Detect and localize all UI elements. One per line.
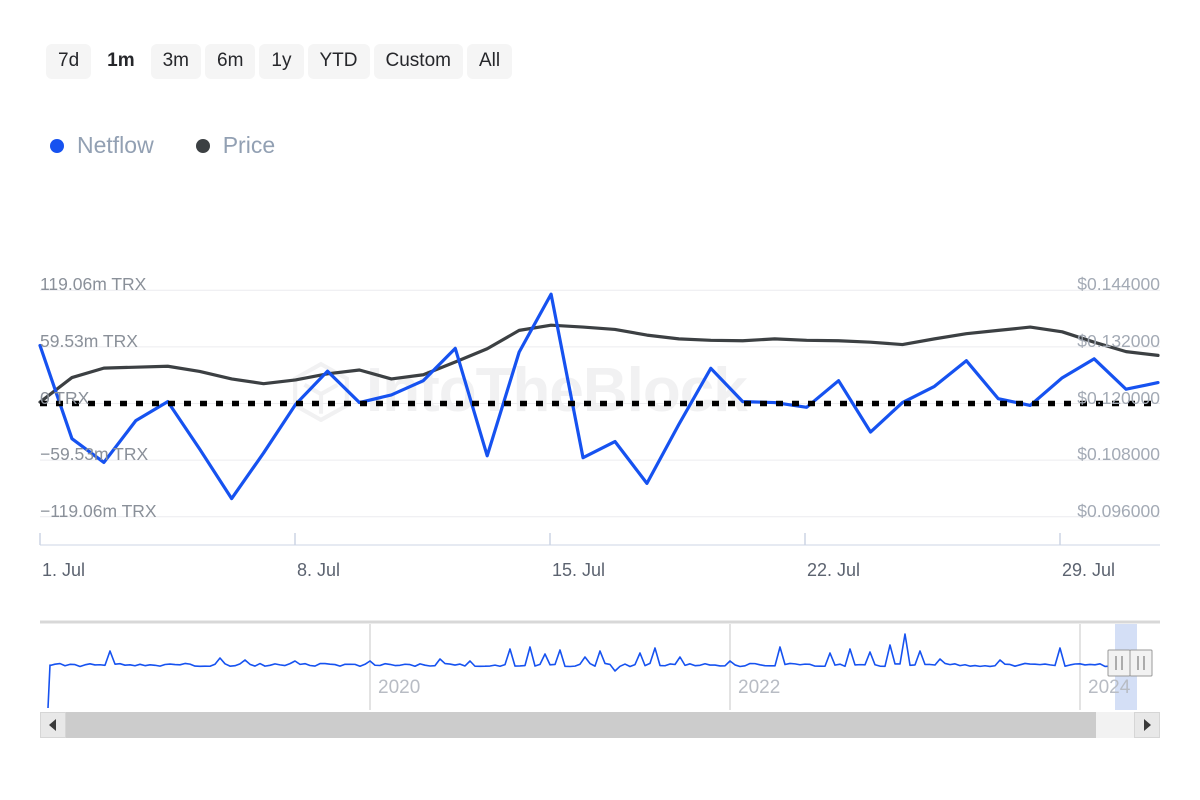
navigator-sparkline[interactable] xyxy=(40,620,1160,710)
x-axis-tick-label-4: 29. Jul xyxy=(1062,561,1115,579)
navigator-handle-body-right[interactable] xyxy=(1130,650,1152,676)
navigator-scrollbar[interactable] xyxy=(40,712,1160,738)
left-axis-tick-label-3: −59.53m TRX xyxy=(40,446,148,464)
x-axis-tick-label-3: 22. Jul xyxy=(807,561,860,579)
scrollbar-right-arrow-button[interactable] xyxy=(1134,712,1160,738)
x-axis-tick-label-0: 1. Jul xyxy=(42,561,85,579)
right-axis-tick-label-4: $0.096000 xyxy=(1077,503,1160,521)
navigator-year-label-2022: 2022 xyxy=(738,678,780,697)
navigator-handle-left[interactable] xyxy=(1108,650,1130,676)
scrollbar-track[interactable] xyxy=(66,712,1134,738)
left-axis-tick-label-1: 59.53m TRX xyxy=(40,333,138,351)
right-axis-tick-label-1: $0.132000 xyxy=(1077,333,1160,351)
scrollbar-left-arrow-button[interactable] xyxy=(40,712,66,738)
netflow-line-series xyxy=(40,294,1158,498)
chevron-right-icon xyxy=(1135,713,1159,737)
chart-navigator[interactable]: 2020 2022 2024 xyxy=(40,620,1160,710)
right-axis-tick-label-2: $0.120000 xyxy=(1077,390,1160,408)
chevron-left-icon xyxy=(41,713,65,737)
left-axis-tick-label-4: −119.06m TRX xyxy=(40,503,157,521)
chart-plot-svg xyxy=(0,0,1200,600)
navigator-year-label-2024: 2024 xyxy=(1088,678,1130,697)
navigator-handle-body-left[interactable] xyxy=(1108,650,1130,676)
left-axis-tick-label-0: 119.06m TRX xyxy=(40,276,146,294)
navigator-year-label-2020: 2020 xyxy=(378,678,420,697)
right-axis-tick-label-3: $0.108000 xyxy=(1077,446,1160,464)
navigator-handle-right[interactable] xyxy=(1130,650,1152,676)
x-axis-tick-label-2: 15. Jul xyxy=(552,561,605,579)
navigator-series-line[interactable] xyxy=(48,634,1150,708)
x-axis-tick-label-1: 8. Jul xyxy=(297,561,340,579)
scrollbar-thumb[interactable] xyxy=(66,712,1096,738)
left-axis-tick-label-2: 0 TRX xyxy=(40,390,89,408)
right-axis-tick-label-0: $0.144000 xyxy=(1077,276,1160,294)
